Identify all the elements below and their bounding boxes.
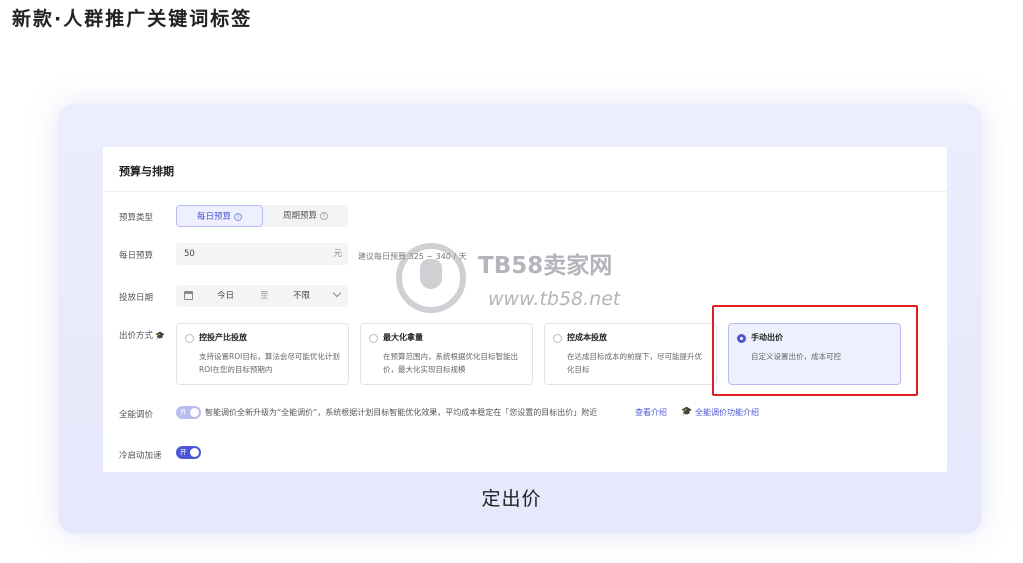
view-intro-link[interactable]: 查看介绍 <box>635 407 667 418</box>
radio[interactable] <box>369 334 378 343</box>
calendar-icon <box>184 291 193 300</box>
bid-card-max-volume[interactable]: 最大化拿量 在预算范围内，系统根据优化目标智能出价，最大化实现目标规模 <box>360 323 533 385</box>
watermark-url: www.tb58.net <box>488 288 621 310</box>
date-separator: 至 <box>260 291 269 301</box>
divider <box>103 191 947 192</box>
chevron-down-icon <box>332 288 342 298</box>
budget-type-segmented: 每日预算? 周期预算? <box>176 205 348 227</box>
bid-card-cost-control[interactable]: 控成本投放 在达成目标成本的前提下，尽可能提升优化目标 <box>544 323 717 385</box>
currency-unit: 元 <box>333 249 342 259</box>
period-budget-option[interactable]: 周期预算? <box>263 205 348 227</box>
caption: 定出价 <box>481 488 542 510</box>
bid-card-roi[interactable]: 控投产比投放 支持设置ROI目标，算法会尽可能优化计划ROI在您的目标预期内 <box>176 323 349 385</box>
radio[interactable] <box>185 334 194 343</box>
help-icon[interactable]: ? <box>320 211 328 220</box>
smart-bid-description: 智能调价全新升级为“全能调价”，系统根据计划目标智能优化效果，平均成本稳定在「您… <box>205 408 598 417</box>
budget-type-label: 预算类型 <box>119 213 154 223</box>
hand-icon <box>420 259 442 289</box>
watermark-name: TB58卖家网 <box>478 253 613 279</box>
smart-bid-toggle[interactable]: 开 <box>176 406 201 419</box>
cap-icon: 🎓 <box>681 407 693 417</box>
start-date: 今日 <box>217 291 235 301</box>
daily-budget-option[interactable]: 每日预算? <box>176 205 263 227</box>
highlight-box <box>712 305 918 396</box>
schedule-label: 投放日期 <box>119 293 154 303</box>
daily-budget-label: 每日预算 <box>119 251 154 261</box>
daily-budget-input[interactable]: 50 元 <box>176 243 348 265</box>
watermark-logo <box>396 243 466 313</box>
radio[interactable] <box>553 334 562 343</box>
cap-icon: 🎓 <box>155 331 165 340</box>
bid-method-label: 出价方式 🎓 <box>119 331 165 341</box>
feature-intro-link[interactable]: 全能调价功能介绍 <box>695 407 759 418</box>
date-range-picker[interactable]: 今日 至 不限 <box>176 285 348 307</box>
panel-title: 预算与排期 <box>119 165 174 178</box>
end-date: 不限 <box>293 291 311 301</box>
smart-bid-label: 全能调价 <box>119 410 154 420</box>
help-icon[interactable]: ? <box>234 212 242 221</box>
cold-start-toggle[interactable]: 开 <box>176 446 201 459</box>
page-title: 新款·人群推广关键词标签 <box>12 8 253 30</box>
page: 新款·人群推广关键词标签 预算与排期 预算类型 每日预算? 周期预算? 每日预算… <box>0 0 1023 563</box>
cold-start-label: 冷启动加速 <box>119 451 162 461</box>
